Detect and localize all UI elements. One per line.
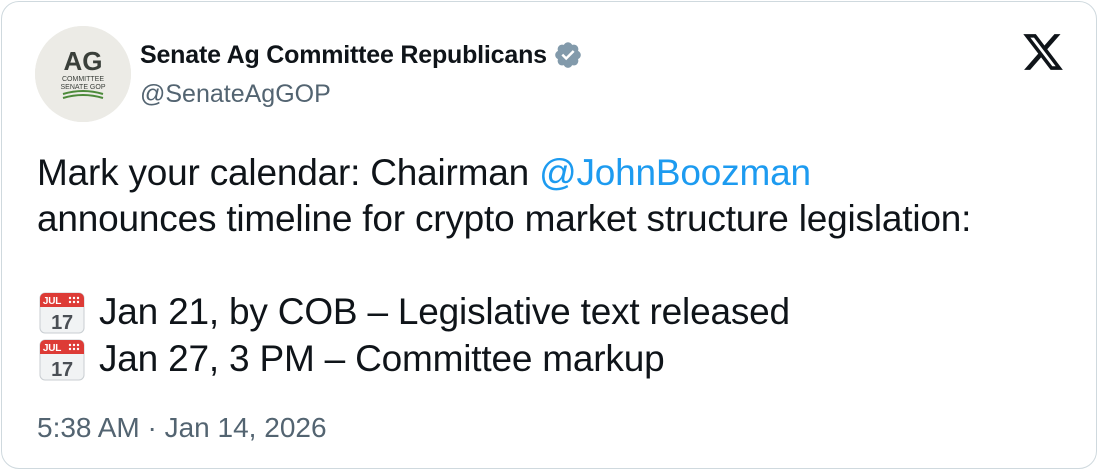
avatar-logo-icon: AG COMMITTEE SENATE GOP [35, 26, 131, 122]
tweet-line-2: announces timeline for crypto market str… [37, 198, 972, 239]
avatar-logo-line1: COMMITTEE [62, 76, 104, 83]
tweet-card[interactable]: AG COMMITTEE SENATE GOP Senate Ag Commit… [1, 1, 1097, 469]
calendar-month: JUL [43, 296, 61, 307]
author-name-row: Senate Ag Committee Republicans [140, 38, 583, 72]
event-text: Jan 21, by COB – Legislative text releas… [99, 290, 790, 332]
calendar-icon: JUL 17 [39, 339, 85, 381]
tweet-text: Mark your calendar: Chairman @JohnBoozma… [37, 150, 1077, 382]
event-item: JUL 17 Jan 27, 3 PM – Committee markup [37, 335, 1077, 382]
calendar-month: JUL [43, 343, 61, 354]
calendar-day: 17 [51, 312, 73, 334]
mention-link[interactable]: @JohnBoozman [539, 152, 811, 193]
author-avatar[interactable]: AG COMMITTEE SENATE GOP [35, 26, 131, 122]
tweet-line-1-prefix: Mark your calendar: Chairman [37, 152, 540, 193]
calendar-day: 17 [51, 359, 73, 381]
event-item: JUL 17 Jan 21, by COB – Legislative text… [37, 288, 1077, 335]
author-handle[interactable]: @SenateAgGOP [140, 80, 331, 109]
x-logo-icon[interactable] [1020, 30, 1066, 74]
author-display-name[interactable]: Senate Ag Committee Republicans [140, 41, 547, 70]
tweet-line-1: Mark your calendar: Chairman @JohnBoozma… [37, 150, 1077, 196]
verified-badge-icon[interactable] [553, 40, 583, 70]
avatar-logo-text: AG [64, 46, 103, 76]
calendar-icon: JUL 17 [39, 292, 85, 334]
avatar-logo-line2: SENATE GOP [61, 84, 106, 91]
tweet-timestamp[interactable]: 5:38 AM · Jan 14, 2026 [37, 412, 327, 444]
event-text: Jan 27, 3 PM – Committee markup [99, 337, 665, 379]
